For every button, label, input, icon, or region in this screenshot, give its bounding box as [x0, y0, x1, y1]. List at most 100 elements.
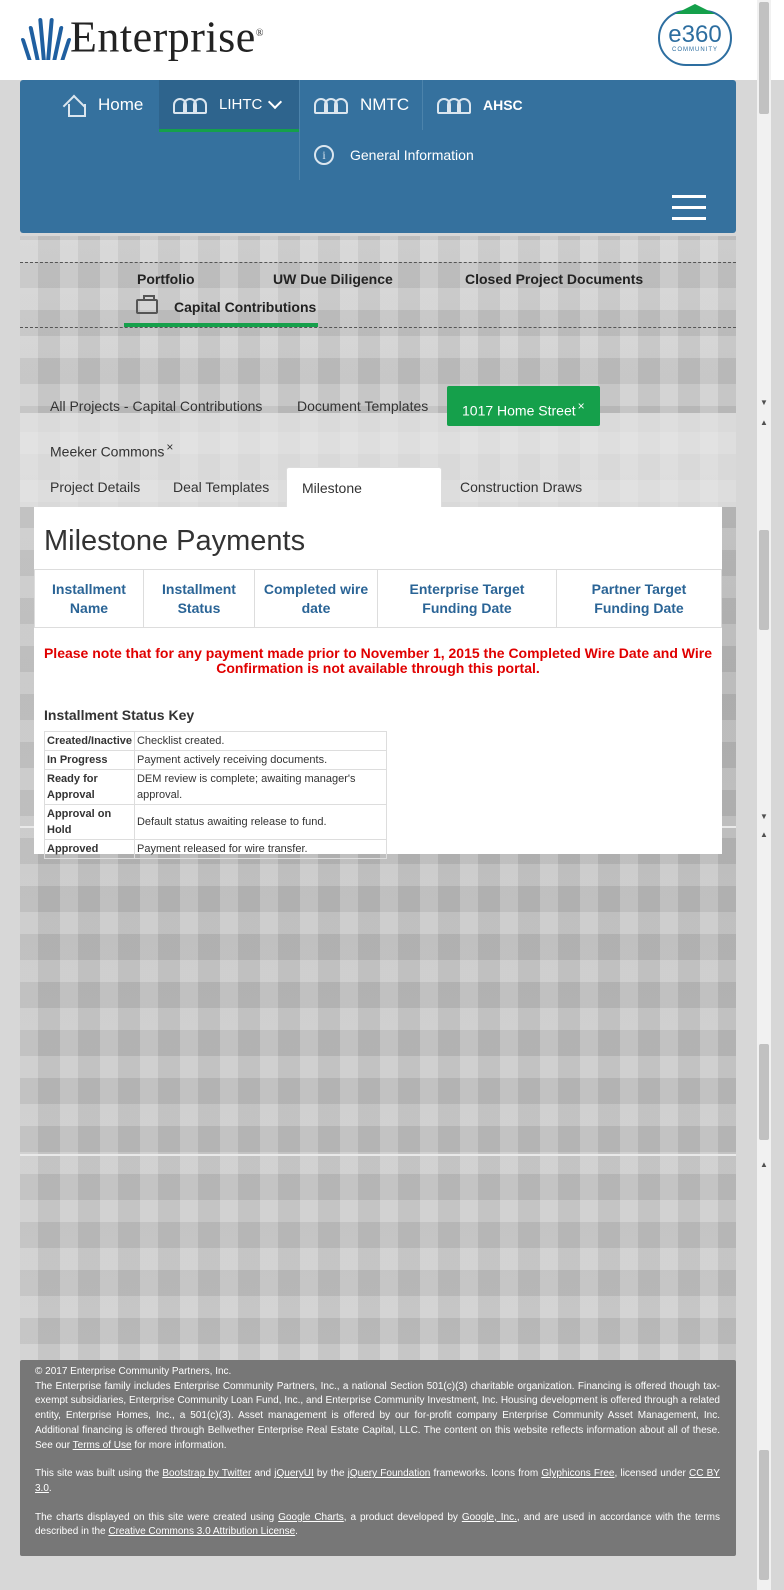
footer-text: . [48, 1482, 52, 1494]
status-description: Payment actively receiving documents. [133, 750, 388, 770]
status-description: Default status awaiting release to fund. [133, 804, 388, 840]
google-link[interactable]: Google, Inc. [462, 1512, 517, 1523]
tab-portfolio[interactable]: Portfolio [137, 271, 195, 287]
e360-badge-main: e360 [668, 21, 722, 48]
project-subtabs: Project Details Deal Templates Milestone… [34, 467, 722, 536]
enterprise-logo[interactable]: Enterprise® [20, 10, 264, 62]
nav-lihtc-label: LIHTC [219, 96, 263, 113]
footer-text: . [295, 1526, 298, 1538]
site-header: Enterprise® e360 COMMUNITY [0, 0, 784, 80]
milestone-payments-panel: Milestone Payments Installment Name Inst… [34, 507, 722, 859]
tab-1017-home-street[interactable]: 1017 Home Street × [447, 386, 600, 426]
nav-home[interactable]: Home [64, 80, 160, 130]
e360-community-logo[interactable]: e360 COMMUNITY [658, 4, 732, 66]
main-navigation: Home LIHTC NMTC AHSC i General Informati… [20, 80, 736, 233]
table-row: Ready for Approval DEM review is complete… [44, 769, 388, 805]
column-header-installment-name[interactable]: Installment Name [34, 569, 144, 628]
hamburger-menu-icon[interactable] [672, 195, 706, 220]
nav-nmtc[interactable]: NMTC [314, 80, 422, 130]
status-name: Ready for Approval [44, 769, 135, 805]
sunburst-logo-icon [20, 10, 72, 60]
logo-wordmark: Enterprise® [70, 13, 264, 62]
footer-text: frameworks. Icons from [433, 1468, 539, 1480]
status-name: Created/Inactive [44, 731, 135, 751]
footer-copyright: © 2017 Enterprise Community Partners, In… [35, 1366, 232, 1377]
footer-legal-end: for more information. [134, 1439, 227, 1451]
scroll-down-arrow-icon[interactable]: ▼ [760, 812, 768, 821]
section-navigation: Portfolio UW Due Diligence Closed Projec… [20, 262, 736, 328]
terms-of-use-link[interactable]: Terms of Use [73, 1440, 132, 1451]
status-description: DEM review is complete; awaiting manager… [133, 769, 388, 805]
nav-general-information[interactable]: i General Information [314, 130, 474, 180]
column-header-completed-wire-date[interactable]: Completed wire date [254, 569, 378, 628]
nav-ahsc-label: AHSC [483, 97, 523, 113]
nav-nmtc-label: NMTC [360, 95, 410, 114]
tab-document-templates[interactable]: Document Templates [297, 386, 428, 426]
tab-milestone-payments[interactable]: Milestone Payments [286, 467, 442, 536]
tab-meeker-commons[interactable]: Meeker Commons × [50, 427, 173, 467]
table-row: Created/Inactive Checklist created. [44, 731, 388, 751]
scrollbar-thumb[interactable] [759, 530, 769, 630]
tab-project-details[interactable]: Project Details [50, 467, 140, 507]
nav-ahsc[interactable]: AHSC [437, 80, 547, 130]
footer-charts-paragraph: The charts displayed on this site were c… [35, 1511, 720, 1540]
close-icon[interactable]: × [578, 399, 585, 413]
nav-general-info-label: General Information [350, 147, 474, 163]
tab-1017-home-street-label: 1017 Home Street [462, 402, 576, 419]
jqueryui-link[interactable]: jQueryUI [274, 1468, 313, 1479]
table-header-row: Installment Name Installment Status Comp… [34, 569, 722, 628]
people-icon [173, 96, 207, 114]
site-footer: © 2017 Enterprise Community Partners, In… [20, 1360, 736, 1556]
google-charts-link[interactable]: Google Charts [278, 1512, 344, 1523]
page-title: Milestone Payments [44, 525, 306, 557]
footer-credits-paragraph: This site was built using the Bootstrap … [35, 1467, 720, 1496]
nav-home-label: Home [98, 95, 144, 114]
wire-date-warning: Please note that for any payment made pr… [43, 645, 713, 676]
footer-text: , licensed under [614, 1468, 686, 1480]
scroll-up-arrow-icon[interactable]: ▲ [760, 1160, 768, 1169]
column-header-partner-target-date[interactable]: Partner Target Funding Date [556, 569, 722, 628]
table-row: In Progress Payment actively receiving do… [44, 750, 388, 770]
scroll-up-arrow-icon[interactable]: ▲ [760, 418, 768, 427]
bootstrap-link[interactable]: Bootstrap by Twitter [162, 1468, 251, 1479]
nav-divider [422, 80, 423, 130]
home-icon [64, 95, 86, 117]
table-row: Approval on Hold Default status awaiting … [44, 804, 388, 840]
info-icon: i [314, 145, 334, 165]
nav-divider [299, 130, 300, 180]
tab-all-projects[interactable]: All Projects - Capital Contributions [50, 386, 262, 426]
nav-lihtc[interactable]: LIHTC [159, 80, 299, 132]
footer-text: This site was built using the [35, 1468, 160, 1480]
footer-legal-paragraph: The Enterprise family includes Enterpris… [35, 1380, 720, 1454]
tab-uw-due-diligence[interactable]: UW Due Diligence [273, 271, 393, 287]
close-icon[interactable]: × [166, 440, 173, 454]
status-name: Approval on Hold [44, 804, 135, 840]
column-header-enterprise-target-date[interactable]: Enterprise Target Funding Date [377, 569, 557, 628]
scrollbar-thumb[interactable] [759, 1044, 769, 1140]
tab-deal-templates[interactable]: Deal Templates [173, 467, 269, 507]
footer-text: The charts displayed on this site were c… [35, 1511, 275, 1523]
e360-roof-icon [675, 4, 715, 14]
tab-capital-contributions[interactable]: Capital Contributions [124, 295, 318, 327]
tab-construction-draws[interactable]: Construction Draws [460, 467, 582, 507]
scrollbar-thumb[interactable] [759, 2, 769, 114]
briefcase-icon [136, 295, 158, 314]
background-divider [20, 1154, 736, 1156]
glyphicons-link[interactable]: Glyphicons Free [541, 1468, 614, 1479]
scroll-up-arrow-icon[interactable]: ▲ [760, 830, 768, 839]
jquery-foundation-link[interactable]: jQuery Foundation [348, 1468, 431, 1479]
scroll-down-arrow-icon[interactable]: ▼ [760, 398, 768, 407]
page-scrollbar[interactable]: ▼ ▲ ▼ ▲ ▲ [757, 0, 771, 1590]
e360-badge-sub: COMMUNITY [672, 47, 718, 53]
nav-divider [299, 80, 300, 130]
status-name: Approved [44, 839, 135, 859]
footer-text: and [254, 1468, 272, 1480]
footer-text: , a product developed by [343, 1511, 458, 1523]
scrollbar-thumb[interactable] [759, 1450, 769, 1580]
column-header-installment-status[interactable]: Installment Status [143, 569, 255, 628]
tab-closed-project-documents[interactable]: Closed Project Documents [465, 271, 643, 287]
creative-commons-link[interactable]: Creative Commons 3.0 Attribution License [108, 1526, 295, 1537]
people-icon [314, 96, 348, 114]
status-key-title: Installment Status Key [44, 707, 195, 723]
tab-meeker-commons-label: Meeker Commons [50, 443, 165, 460]
